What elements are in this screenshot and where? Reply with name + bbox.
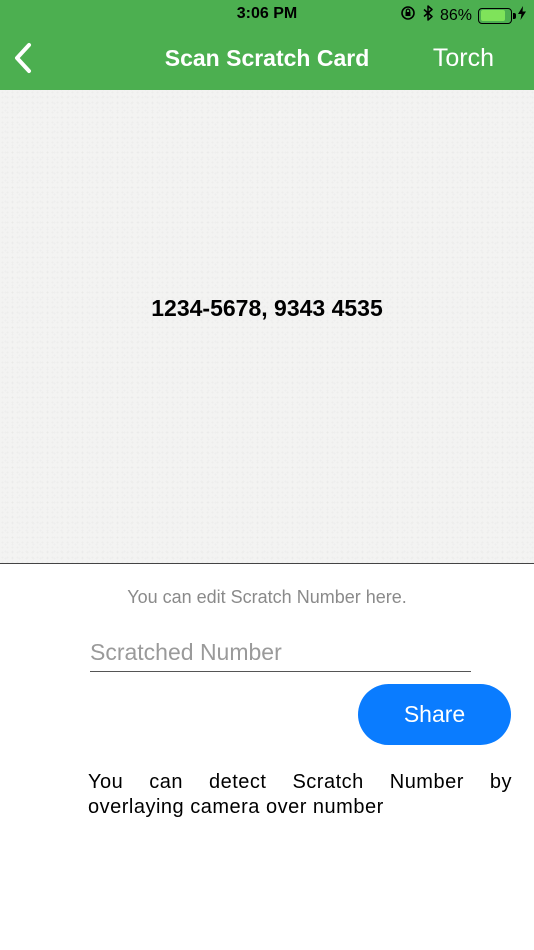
battery-percent: 86% [439,6,472,24]
app-header: 3:06 PM 86% Scan Scratch Card Torch [0,0,534,90]
back-button[interactable] [8,42,38,78]
battery-fill [480,10,506,21]
battery-icon [478,7,516,24]
navigation-bar: Scan Scratch Card Torch [0,30,534,90]
torch-button[interactable]: Torch [433,44,494,73]
divider [0,563,534,564]
scratch-number-input[interactable] [90,636,471,672]
detect-hint: You can detect Scratch Number by overlay… [88,771,512,818]
bluetooth-icon [422,5,434,26]
charging-icon [518,6,526,25]
status-indicators: 86% [400,5,526,26]
orientation-lock-icon [400,5,416,26]
share-button[interactable]: Share [358,684,511,745]
scanned-number: 1234-5678, 9343 4535 [151,295,383,321]
edit-hint: You can edit Scratch Number here. [127,587,407,607]
camera-preview: 1234-5678, 9343 4535 [0,90,534,563]
chevron-left-icon [13,42,33,79]
status-bar: 3:06 PM 86% [0,0,534,30]
